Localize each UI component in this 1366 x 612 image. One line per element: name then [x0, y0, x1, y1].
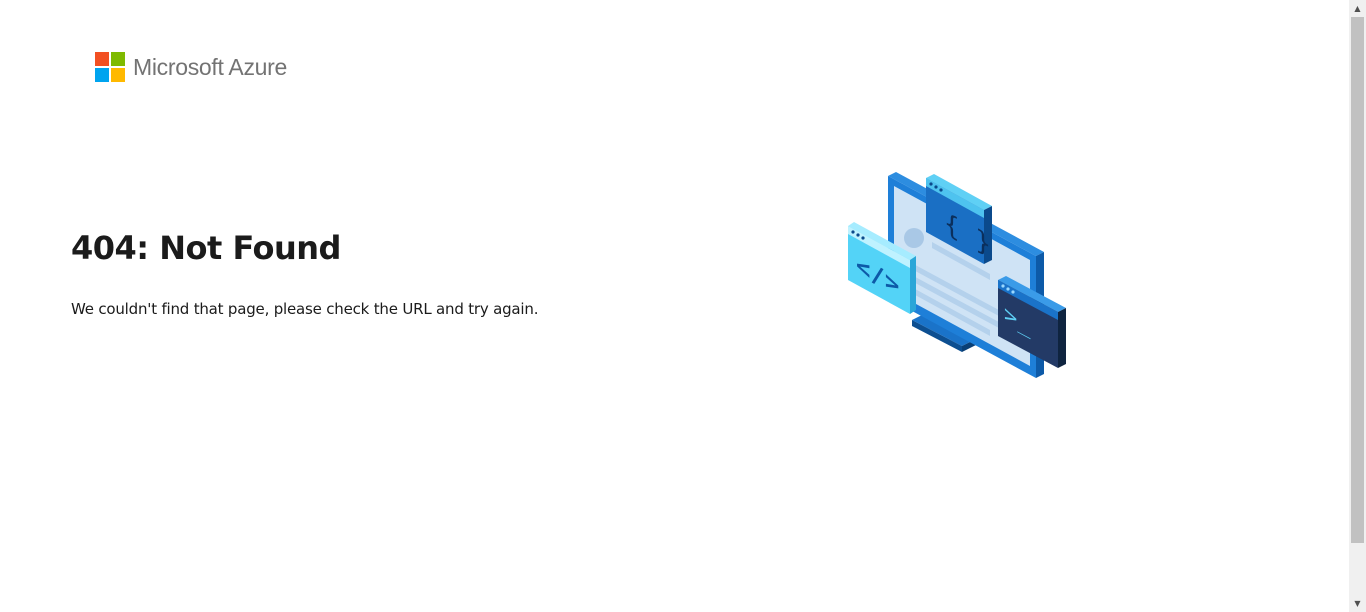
logo-square-red — [95, 52, 109, 66]
logo-square-yellow — [111, 68, 125, 82]
microsoft-azure-logo[interactable]: Microsoft Azure — [95, 52, 287, 82]
chevron-down-icon: ▼ — [1354, 599, 1361, 608]
error-title: 404: Not Found — [71, 229, 341, 267]
vertical-scrollbar[interactable]: ▲ ▼ — [1349, 0, 1366, 612]
scroll-down-button[interactable]: ▼ — [1349, 595, 1366, 612]
logo-square-green — [111, 52, 125, 66]
microsoft-logo-icon — [95, 52, 125, 82]
error-message: We couldn't find that page, please check… — [71, 300, 539, 318]
logo-square-blue — [95, 68, 109, 82]
scroll-thumb[interactable] — [1351, 17, 1364, 543]
developer-monitor-illustration-icon: { } </> >_ — [848, 172, 1066, 378]
chevron-up-icon: ▲ — [1354, 4, 1361, 13]
page: Microsoft Azure 404: Not Found We couldn… — [0, 0, 1366, 612]
scroll-up-button[interactable]: ▲ — [1349, 0, 1366, 17]
brand-name: Microsoft Azure — [133, 54, 287, 80]
